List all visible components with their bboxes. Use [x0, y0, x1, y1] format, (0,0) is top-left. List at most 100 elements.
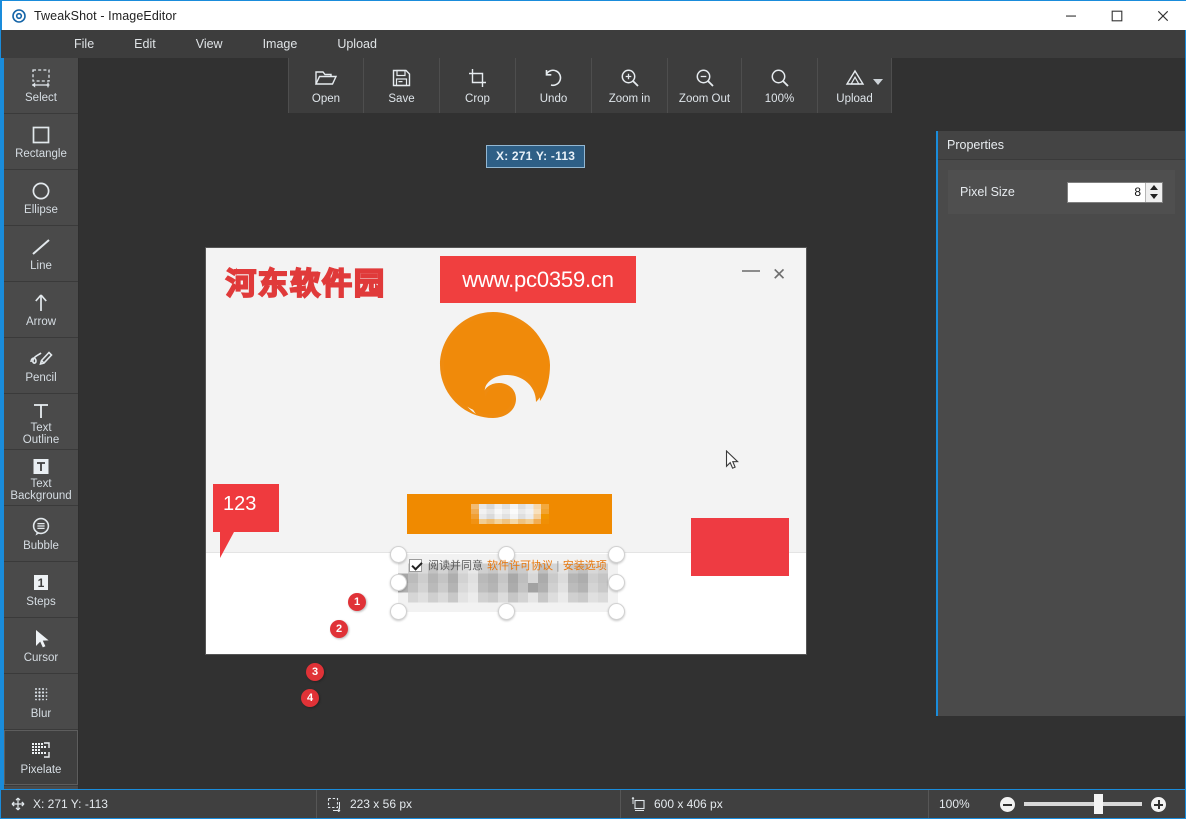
close-button[interactable] [1140, 1, 1186, 30]
tool-pencil-label: Pencil [25, 372, 56, 385]
blur-icon [30, 682, 52, 706]
pixelate-icon [29, 738, 53, 762]
zoom-100-button[interactable]: 100% [742, 58, 818, 113]
menu-item-edit[interactable]: Edit [125, 34, 165, 54]
pixel-size-decrement-button[interactable] [1146, 192, 1162, 202]
resize-handle-bottom-right[interactable] [608, 603, 625, 620]
zoom-slider-thumb[interactable] [1094, 794, 1103, 814]
tool-arrow[interactable]: Arrow [4, 282, 78, 338]
tool-pixelate[interactable]: Pixelate [4, 730, 78, 786]
edited-image[interactable]: 河东软件园 www.pc0359.cn ✕ 123 1 2 3 4 [206, 248, 806, 654]
text-outline-icon [30, 397, 52, 421]
resize-handle-middle-left[interactable] [390, 574, 407, 591]
maximize-button[interactable] [1094, 1, 1140, 30]
open-button[interactable]: Open [288, 58, 364, 113]
undo-button-label: Undo [540, 93, 568, 105]
tool-cursor[interactable]: Cursor [4, 618, 78, 674]
upload-button-label: Upload [836, 93, 872, 105]
menu-item-view[interactable]: View [187, 34, 232, 54]
pixel-size-increment-button[interactable] [1146, 183, 1162, 193]
zoom-out-icon[interactable] [1000, 797, 1015, 812]
menu-item-file[interactable]: File [65, 34, 103, 54]
menu-item-upload[interactable]: Upload [328, 34, 386, 54]
tool-line-label: Line [30, 260, 52, 273]
plus-bar-v [1158, 800, 1160, 809]
canvas-area[interactable]: X: 271 Y: -113 河东软件园 www.pc0359.cn ✕ 123… [80, 113, 935, 789]
triangle-down-icon [1150, 194, 1158, 199]
ellipse-icon [30, 178, 52, 202]
install-options-link[interactable]: 安装选项 [563, 557, 607, 573]
open-button-label: Open [312, 93, 340, 105]
status-selection-size-text: 223 x 56 px [350, 797, 412, 811]
bubble-annotation[interactable]: 123 [213, 484, 279, 532]
tool-pencil[interactable]: Pencil [4, 338, 78, 394]
pixel-size-spinner-buttons[interactable] [1145, 183, 1162, 202]
bubble-tail [220, 532, 234, 558]
resize-handle-bottom-left[interactable] [390, 603, 407, 620]
status-image-size: 600 x 406 px [621, 790, 929, 818]
tool-rectangle[interactable]: Rectangle [4, 114, 78, 170]
license-agreement-link[interactable]: 软件许可协议 [487, 557, 553, 573]
tool-text-background[interactable]: Text Background [4, 450, 78, 506]
zoom-slider[interactable] [1024, 802, 1142, 806]
resize-handle-top-left[interactable] [390, 546, 407, 563]
pencil-icon [28, 346, 54, 370]
undo-button[interactable]: Undo [516, 58, 592, 113]
step-marker-2[interactable]: 2 [330, 620, 348, 638]
step-marker-4[interactable]: 4 [301, 689, 319, 707]
menu-item-image[interactable]: Image [254, 34, 307, 54]
resize-handle-bottom-center[interactable] [498, 603, 515, 620]
installer-minimize-button [742, 270, 760, 272]
cloud-upload-icon [844, 66, 866, 90]
chevron-down-icon[interactable] [873, 79, 883, 85]
pixel-size-stepper[interactable] [1067, 182, 1163, 203]
crop-button-label: Crop [465, 93, 490, 105]
move-crosshair-icon [11, 797, 25, 811]
zoom-in-icon[interactable] [1151, 797, 1166, 812]
agreement-prefix: 阅读并同意 [428, 557, 483, 573]
tool-blur[interactable]: Blur [4, 674, 78, 730]
tool-steps[interactable]: 1 Steps [4, 562, 78, 618]
tool-text-outline[interactable]: Text Outline [4, 394, 78, 450]
step-marker-3[interactable]: 3 [306, 663, 324, 681]
agreement-separator: | [556, 559, 560, 572]
minimize-button[interactable] [1048, 1, 1094, 30]
crop-button[interactable]: Crop [440, 58, 516, 113]
step-marker-1[interactable]: 1 [348, 593, 366, 611]
foxit-logo-icon [434, 306, 552, 424]
triangle-up-icon [1150, 185, 1158, 190]
selection-size-icon [327, 797, 342, 812]
bubble-text: 123 [213, 484, 279, 516]
tool-select-label: Select [25, 92, 57, 105]
zoom-out-button[interactable]: Zoom Out [668, 58, 742, 113]
resize-handle-top-right[interactable] [608, 546, 625, 563]
save-button-label: Save [388, 93, 414, 105]
red-rectangle-annotation[interactable] [691, 518, 789, 576]
tool-select[interactable]: Select [4, 58, 78, 114]
tool-line[interactable]: Line [4, 226, 78, 282]
status-bar: X: 271 Y: -113 223 x 56 px 600 x 406 [1, 789, 1185, 818]
resize-handle-middle-right[interactable] [608, 574, 625, 591]
arrow-up-icon [30, 290, 52, 314]
upload-button[interactable]: Upload [818, 58, 892, 113]
minus-bar [1003, 804, 1012, 806]
status-selection-size: 223 x 56 px [317, 790, 621, 818]
line-icon [29, 234, 53, 258]
installer-install-button[interactable] [407, 494, 612, 534]
tool-cursor-label: Cursor [24, 652, 59, 665]
tool-ellipse[interactable]: Ellipse [4, 170, 78, 226]
tool-bubble[interactable]: Bubble [4, 506, 78, 562]
pixel-size-input[interactable] [1068, 183, 1145, 202]
properties-panel: Properties Pixel Size [936, 131, 1185, 716]
floppy-disk-icon [391, 66, 412, 90]
title-bar: TweakShot - ImageEditor [1, 0, 1186, 30]
folder-open-icon [314, 66, 338, 90]
menu-bar: File Edit View Image Upload [1, 30, 1185, 58]
zoom-out-button-label: Zoom Out [679, 93, 730, 105]
zoom-in-button[interactable]: Zoom in [592, 58, 668, 113]
cursor-pointer-icon [30, 626, 52, 650]
agreement-checkbox[interactable] [409, 559, 422, 572]
properties-panel-title: Properties [938, 131, 1185, 160]
coordinate-tooltip: X: 271 Y: -113 [486, 145, 585, 168]
save-button[interactable]: Save [364, 58, 440, 113]
